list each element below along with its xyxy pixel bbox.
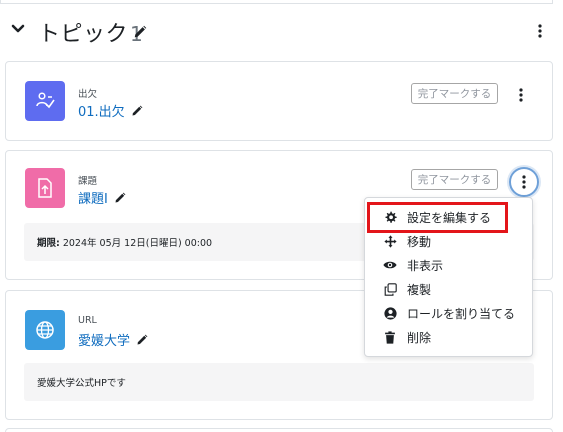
highlight-annotation-box (367, 202, 508, 233)
section-title: トピック1 (38, 16, 143, 48)
section-menu-icon[interactable] (534, 23, 546, 39)
move-icon (383, 234, 397, 248)
attendance-icon (25, 81, 65, 121)
edit-pencil-icon[interactable] (136, 334, 148, 346)
user-circle-icon (383, 306, 397, 320)
activity-description: 愛媛大学公式HPです (37, 378, 126, 389)
mark-complete-button[interactable]: 完了マークする (411, 169, 498, 190)
activity-card-attendance: 出欠 01.出欠 完了マークする (5, 61, 553, 141)
trash-icon (383, 330, 397, 344)
menu-item-delete[interactable]: 削除 (365, 325, 532, 349)
mark-complete-button[interactable]: 完了マークする (411, 83, 498, 104)
edit-pencil-icon[interactable] (114, 192, 126, 204)
due-value: 2024年 05月 12日(日曜日) 00:00 (62, 238, 213, 249)
eye-icon (383, 258, 397, 272)
edit-pencil-icon[interactable] (131, 105, 143, 117)
menu-item-assign-roles[interactable]: ロールを割り当てる (365, 301, 532, 325)
menu-item-label: ロールを割り当てる (407, 306, 516, 321)
activity-name[interactable]: 01.出欠 (78, 105, 125, 120)
activity-link-url[interactable]: 愛媛大学 (78, 330, 148, 349)
description-box: 愛媛大学公式HPです (24, 363, 534, 401)
activity-name[interactable]: 愛媛大学 (78, 334, 130, 349)
menu-item-label: 複製 (407, 282, 432, 297)
menu-item-label: 移動 (407, 234, 432, 249)
activity-menu-icon[interactable] (518, 174, 530, 190)
chevron-down-icon[interactable] (10, 21, 26, 37)
activity-type-label: 課題 (78, 176, 98, 187)
menu-item-duplicate[interactable]: 複製 (365, 277, 532, 301)
activity-type-label: URL (78, 315, 97, 326)
menu-item-hide[interactable]: 非表示 (365, 253, 532, 277)
menu-item-label: 削除 (407, 330, 432, 345)
activity-card-partial (5, 428, 553, 432)
assignment-icon (25, 168, 65, 208)
section-header: トピック1 (0, 0, 563, 60)
globe-icon (25, 310, 65, 350)
activity-link-assignment[interactable]: 課題Ⅰ (78, 188, 126, 207)
activity-menu-icon[interactable] (515, 87, 527, 103)
activity-name[interactable]: 課題Ⅰ (78, 192, 108, 207)
due-label: 期限: (37, 238, 60, 249)
menu-item-label: 非表示 (407, 258, 444, 273)
copy-icon (383, 282, 397, 296)
activity-link-attendance[interactable]: 01.出欠 (78, 101, 143, 120)
activity-menu-button-active[interactable] (509, 167, 539, 197)
edit-pencil-icon[interactable] (133, 25, 147, 39)
activity-type-label: 出欠 (78, 89, 98, 100)
section-title-text: トピック (38, 22, 129, 47)
